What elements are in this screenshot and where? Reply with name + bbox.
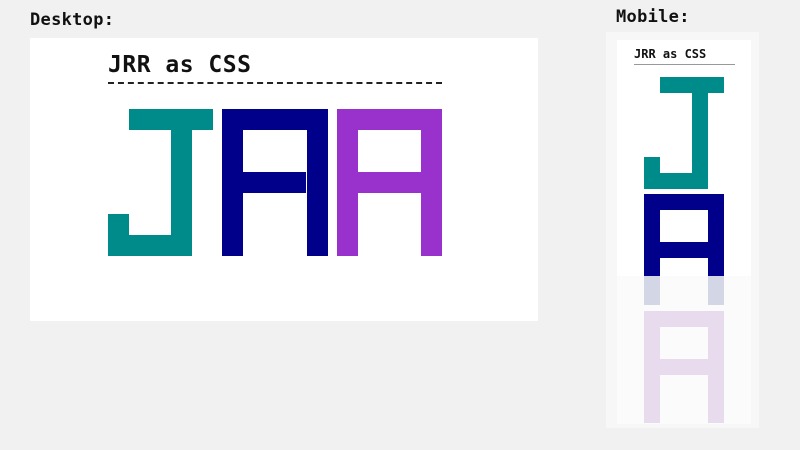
mobile-r2-bowl-right <box>708 311 724 375</box>
mobile-j-hook <box>644 157 660 189</box>
desktop-j-hook <box>108 214 129 256</box>
mobile-screen <box>617 40 751 276</box>
desktop-r1-middle <box>222 172 306 193</box>
desktop-r1-leg <box>307 193 328 256</box>
mobile-r1-middle <box>644 242 708 258</box>
desktop-j-stem <box>171 109 192 256</box>
mobile-r1-bowl-right <box>708 194 724 258</box>
desktop-r2-middle <box>337 172 421 193</box>
mobile-overflow-area <box>617 276 751 424</box>
desktop-title-underline <box>108 82 442 84</box>
mobile-r1-overflow-leg <box>708 276 724 305</box>
mobile-section-label: Mobile: <box>616 7 690 27</box>
desktop-r1-bowl-right <box>307 109 328 193</box>
desktop-r2-leg <box>421 193 442 256</box>
desktop-section-label: Desktop: <box>30 10 115 30</box>
desktop-page-title: JRR as CSS <box>108 52 252 78</box>
mobile-r2-middle <box>644 359 708 375</box>
desktop-r2-bowl-right <box>421 109 442 193</box>
mobile-r1-leg <box>708 258 724 276</box>
mobile-r1-overflow-stem <box>644 276 660 305</box>
mobile-page-title: JRR as CSS <box>634 47 707 61</box>
mobile-title-underline <box>634 64 735 65</box>
mobile-r2-leg <box>708 375 724 423</box>
